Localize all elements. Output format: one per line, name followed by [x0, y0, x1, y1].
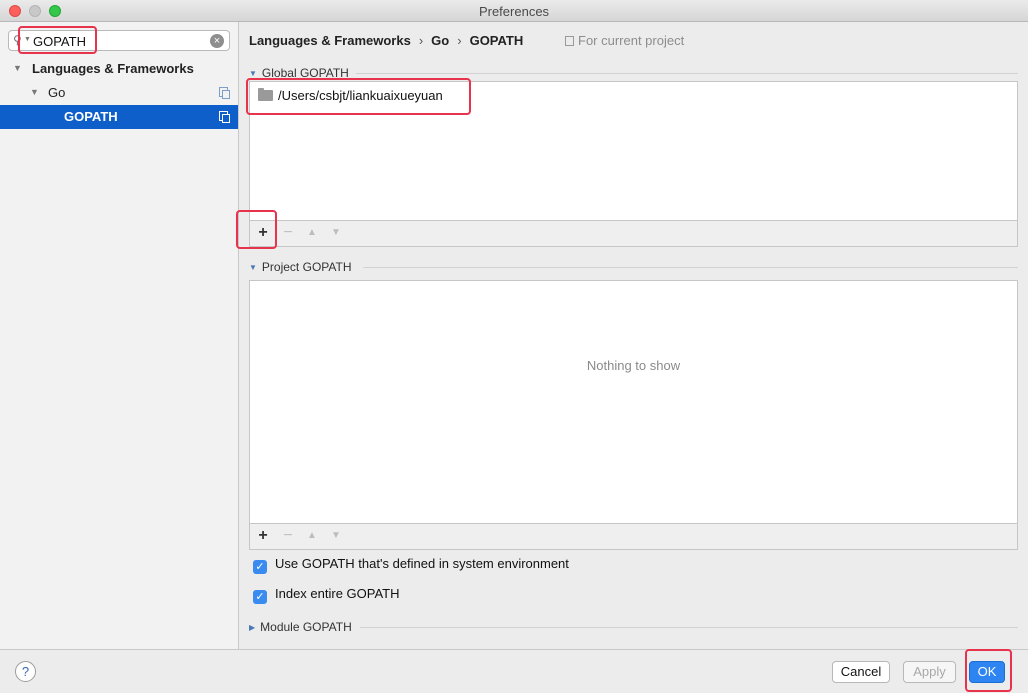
checkmark-icon[interactable]: ✓ [253, 590, 267, 604]
tree-item-languages-frameworks[interactable]: ▼ Languages & Frameworks [0, 57, 238, 81]
breadcrumb-item: Languages & Frameworks [249, 33, 411, 48]
tree-item-label: Languages & Frameworks [32, 61, 194, 76]
window-title: Preferences [478, 4, 550, 19]
collapse-arrow-icon[interactable]: ▼ [249, 69, 257, 78]
breadcrumb-item: GOPATH [469, 33, 524, 48]
highlight-ok-annotation [965, 649, 1012, 692]
breadcrumb: Languages & Frameworks › Go › GOPATH [249, 33, 523, 48]
breadcrumb-item: Go [431, 33, 450, 48]
tree-item-label: Go [48, 85, 66, 100]
add-path-button[interactable]: + [254, 526, 272, 546]
move-up-icon[interactable]: ▲ [303, 223, 321, 243]
module-gopath-section-header[interactable]: ▶ Module GOPATH [249, 620, 352, 634]
section-title: Project GOPATH [261, 260, 352, 274]
project-gopath-list[interactable]: Nothing to show [249, 280, 1018, 524]
clear-search-icon[interactable]: × [210, 34, 224, 48]
project-scope-icon [219, 87, 230, 99]
chevron-right-icon: › [418, 33, 424, 48]
expand-arrow-icon[interactable]: ▶ [249, 623, 255, 632]
checkbox-label: Use GOPATH that's defined in system envi… [275, 556, 569, 571]
project-scope-icon [219, 111, 230, 123]
project-gopath-toolbar: + − ▲ ▼ [249, 524, 1018, 550]
title-bar: Preferences [0, 0, 1028, 22]
move-down-icon[interactable]: ▼ [327, 223, 345, 243]
project-gopath-section-header[interactable]: ▼ Project GOPATH [249, 260, 352, 274]
empty-list-text: Nothing to show [586, 358, 681, 373]
tree-item-label: GOPATH [64, 109, 118, 124]
expand-arrow-icon[interactable]: ▼ [30, 87, 39, 97]
help-button[interactable]: ? [15, 661, 36, 682]
settings-content-panel: Languages & Frameworks › Go › GOPATH For cur… [240, 22, 1028, 649]
move-down-icon[interactable]: ▼ [327, 526, 345, 546]
apply-button[interactable]: Apply [903, 661, 956, 683]
section-divider [356, 73, 1018, 74]
highlight-add-annotation [236, 210, 277, 249]
tree-item-gopath[interactable]: GOPATH [0, 105, 238, 129]
move-up-icon[interactable]: ▲ [303, 526, 321, 546]
collapse-arrow-icon[interactable]: ▼ [249, 263, 257, 272]
chevron-right-icon: › [457, 33, 462, 48]
index-entire-gopath-checkbox[interactable]: ✓ Index entire GOPATH [253, 586, 400, 604]
use-system-gopath-checkbox[interactable]: ✓ Use GOPATH that's defined in system env… [253, 556, 569, 574]
expand-arrow-icon[interactable]: ▼ [13, 63, 22, 73]
settings-sidebar: ⚲ ▼ GOPATH × ▼ Languages & Frameworks ▼ … [0, 22, 239, 649]
section-divider [360, 627, 1018, 628]
remove-path-button[interactable]: − [279, 526, 297, 546]
highlight-path-annotation [246, 78, 471, 115]
scope-label: For current project [565, 33, 684, 48]
project-scope-icon [565, 36, 574, 46]
checkbox-label: Index entire GOPATH [275, 586, 400, 601]
checkmark-icon[interactable]: ✓ [253, 560, 267, 574]
section-divider [363, 267, 1018, 268]
global-gopath-toolbar: + − ▲ ▼ [249, 221, 1018, 247]
cancel-button[interactable]: Cancel [832, 661, 890, 683]
dialog-button-bar: ? Cancel Apply OK [0, 649, 1028, 693]
tree-item-go[interactable]: ▼ Go [0, 81, 238, 105]
scope-label-text: For current project [578, 33, 685, 48]
highlight-search-annotation [18, 26, 97, 54]
section-title: Module GOPATH [260, 620, 352, 634]
remove-path-button[interactable]: − [279, 223, 297, 243]
